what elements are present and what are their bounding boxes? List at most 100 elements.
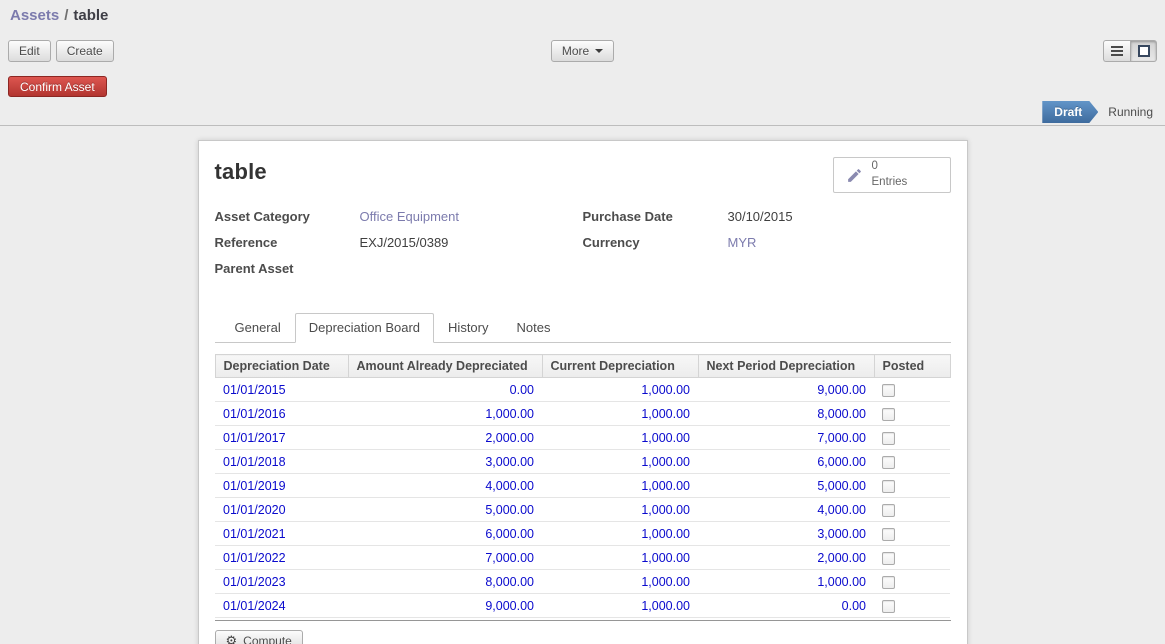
table-row[interactable]: 01/01/2015 0.00 1,000.00 9,000.00 bbox=[215, 378, 950, 402]
amount-already-cell[interactable]: 1,000.00 bbox=[485, 407, 534, 421]
breadcrumb: Assets/table bbox=[0, 0, 1165, 32]
next-period-cell[interactable]: 2,000.00 bbox=[817, 551, 866, 565]
amount-already-cell[interactable]: 4,000.00 bbox=[485, 479, 534, 493]
caret-down-icon bbox=[595, 49, 603, 53]
amount-already-cell[interactable]: 2,000.00 bbox=[485, 431, 534, 445]
depreciation-date-cell[interactable]: 01/01/2017 bbox=[223, 431, 286, 445]
purchase-date-value: 30/10/2015 bbox=[728, 209, 793, 226]
depreciation-date-cell[interactable]: 01/01/2022 bbox=[223, 551, 286, 565]
gear-icon: ⚙ bbox=[226, 635, 238, 644]
list-view-button[interactable] bbox=[1103, 40, 1130, 62]
depreciation-date-cell[interactable]: 01/01/2016 bbox=[223, 407, 286, 421]
form-view-button[interactable] bbox=[1130, 40, 1157, 62]
amount-already-cell[interactable]: 8,000.00 bbox=[485, 575, 534, 589]
amount-already-cell[interactable]: 3,000.00 bbox=[485, 455, 534, 469]
edit-button[interactable]: Edit bbox=[8, 40, 51, 62]
next-period-cell[interactable]: 4,000.00 bbox=[817, 503, 866, 517]
next-period-cell[interactable]: 9,000.00 bbox=[817, 383, 866, 397]
next-period-cell[interactable]: 6,000.00 bbox=[817, 455, 866, 469]
next-period-cell[interactable]: 3,000.00 bbox=[817, 527, 866, 541]
depreciation-table: Depreciation Date Amount Already Depreci… bbox=[215, 354, 951, 618]
amount-already-cell[interactable]: 5,000.00 bbox=[485, 503, 534, 517]
next-period-cell[interactable]: 8,000.00 bbox=[817, 407, 866, 421]
list-view-icon bbox=[1111, 46, 1123, 56]
posted-checkbox[interactable] bbox=[882, 432, 895, 445]
table-row[interactable]: 01/01/2020 5,000.00 1,000.00 4,000.00 bbox=[215, 498, 950, 522]
next-period-cell[interactable]: 5,000.00 bbox=[817, 479, 866, 493]
entries-count: 0 bbox=[872, 159, 908, 175]
tab-history[interactable]: History bbox=[434, 313, 502, 343]
depreciation-date-cell[interactable]: 01/01/2019 bbox=[223, 479, 286, 493]
tab-depreciation-board[interactable]: Depreciation Board bbox=[295, 313, 434, 343]
col-depreciation-date[interactable]: Depreciation Date bbox=[215, 355, 348, 378]
amount-already-cell[interactable]: 6,000.00 bbox=[485, 527, 534, 541]
status-draft-label: Draft bbox=[1054, 105, 1082, 119]
entries-label: Entries bbox=[872, 175, 908, 191]
current-depreciation-cell[interactable]: 1,000.00 bbox=[641, 503, 690, 517]
status-step-draft: Draft bbox=[1042, 101, 1098, 123]
depreciation-date-cell[interactable]: 01/01/2021 bbox=[223, 527, 286, 541]
depreciation-date-cell[interactable]: 01/01/2023 bbox=[223, 575, 286, 589]
posted-checkbox[interactable] bbox=[882, 528, 895, 541]
current-depreciation-cell[interactable]: 1,000.00 bbox=[641, 383, 690, 397]
table-row[interactable]: 01/01/2024 9,000.00 1,000.00 0.00 bbox=[215, 594, 950, 618]
breadcrumb-assets-link[interactable]: Assets bbox=[10, 7, 59, 24]
table-row[interactable]: 01/01/2021 6,000.00 1,000.00 3,000.00 bbox=[215, 522, 950, 546]
table-row[interactable]: 01/01/2017 2,000.00 1,000.00 7,000.00 bbox=[215, 426, 950, 450]
depreciation-date-cell[interactable]: 01/01/2020 bbox=[223, 503, 286, 517]
statusbar: Confirm Asset Draft Running bbox=[0, 70, 1165, 126]
create-button[interactable]: Create bbox=[56, 40, 114, 62]
current-depreciation-cell[interactable]: 1,000.00 bbox=[641, 479, 690, 493]
tab-general[interactable]: General bbox=[221, 313, 295, 343]
col-amount-already-depreciated[interactable]: Amount Already Depreciated bbox=[348, 355, 542, 378]
more-button[interactable]: More bbox=[551, 40, 614, 62]
table-row[interactable]: 01/01/2022 7,000.00 1,000.00 2,000.00 bbox=[215, 546, 950, 570]
posted-checkbox[interactable] bbox=[882, 552, 895, 565]
pencil-icon bbox=[846, 167, 863, 184]
breadcrumb-separator: / bbox=[64, 7, 68, 24]
current-depreciation-cell[interactable]: 1,000.00 bbox=[641, 455, 690, 469]
posted-checkbox[interactable] bbox=[882, 504, 895, 517]
posted-checkbox[interactable] bbox=[882, 480, 895, 493]
purchase-date-label: Purchase Date bbox=[583, 209, 728, 226]
tab-notes[interactable]: Notes bbox=[503, 313, 565, 343]
table-footer: ⚙ Compute bbox=[215, 620, 951, 644]
depreciation-date-cell[interactable]: 01/01/2018 bbox=[223, 455, 286, 469]
current-depreciation-cell[interactable]: 1,000.00 bbox=[641, 551, 690, 565]
compute-button[interactable]: ⚙ Compute bbox=[215, 630, 303, 644]
depreciation-date-cell[interactable]: 01/01/2015 bbox=[223, 383, 286, 397]
next-period-cell[interactable]: 7,000.00 bbox=[817, 431, 866, 445]
parent-asset-label: Parent Asset bbox=[215, 261, 360, 278]
posted-checkbox[interactable] bbox=[882, 600, 895, 613]
current-depreciation-cell[interactable]: 1,000.00 bbox=[641, 527, 690, 541]
current-depreciation-cell[interactable]: 1,000.00 bbox=[641, 599, 690, 613]
compute-button-label: Compute bbox=[243, 635, 292, 644]
next-period-cell[interactable]: 1,000.00 bbox=[817, 575, 866, 589]
col-current-depreciation[interactable]: Current Depreciation bbox=[542, 355, 698, 378]
posted-checkbox[interactable] bbox=[882, 408, 895, 421]
entries-button[interactable]: 0 Entries bbox=[833, 157, 951, 193]
current-depreciation-cell[interactable]: 1,000.00 bbox=[641, 407, 690, 421]
posted-checkbox[interactable] bbox=[882, 384, 895, 397]
col-posted[interactable]: Posted bbox=[874, 355, 950, 378]
status-steps: Draft Running bbox=[1042, 101, 1165, 123]
reference-value: EXJ/2015/0389 bbox=[360, 235, 449, 252]
amount-already-cell[interactable]: 9,000.00 bbox=[485, 599, 534, 613]
table-row[interactable]: 01/01/2018 3,000.00 1,000.00 6,000.00 bbox=[215, 450, 950, 474]
asset-category-value[interactable]: Office Equipment bbox=[360, 209, 459, 226]
table-row[interactable]: 01/01/2016 1,000.00 1,000.00 8,000.00 bbox=[215, 402, 950, 426]
field-group: Asset Category Office Equipment Referenc… bbox=[215, 209, 951, 287]
confirm-asset-button[interactable]: Confirm Asset bbox=[8, 76, 107, 97]
current-depreciation-cell[interactable]: 1,000.00 bbox=[641, 575, 690, 589]
col-next-period-depreciation[interactable]: Next Period Depreciation bbox=[698, 355, 874, 378]
table-row[interactable]: 01/01/2019 4,000.00 1,000.00 5,000.00 bbox=[215, 474, 950, 498]
current-depreciation-cell[interactable]: 1,000.00 bbox=[641, 431, 690, 445]
posted-checkbox[interactable] bbox=[882, 456, 895, 469]
next-period-cell[interactable]: 0.00 bbox=[842, 599, 866, 613]
table-row[interactable]: 01/01/2023 8,000.00 1,000.00 1,000.00 bbox=[215, 570, 950, 594]
currency-value[interactable]: MYR bbox=[728, 235, 757, 252]
depreciation-date-cell[interactable]: 01/01/2024 bbox=[223, 599, 286, 613]
amount-already-cell[interactable]: 0.00 bbox=[510, 383, 534, 397]
amount-already-cell[interactable]: 7,000.00 bbox=[485, 551, 534, 565]
posted-checkbox[interactable] bbox=[882, 576, 895, 589]
